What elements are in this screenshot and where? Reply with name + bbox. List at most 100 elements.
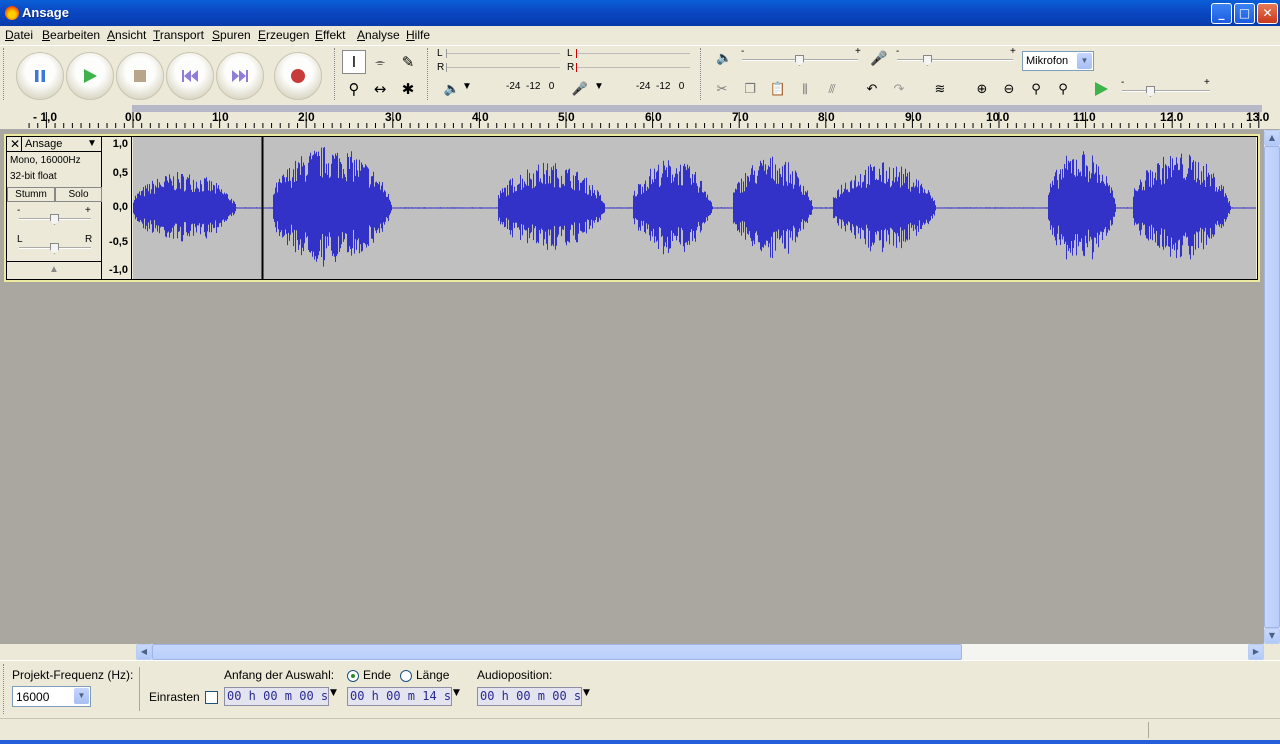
project-rate-select[interactable]: 16000 ▼ <box>12 686 91 707</box>
menu-ansicht[interactable]: Ansicht <box>107 28 146 42</box>
scroll-left-icon[interactable]: ◀ <box>136 644 152 660</box>
scroll-up-icon[interactable]: ▲ <box>1264 130 1280 146</box>
output-volume-thumb[interactable] <box>795 55 804 66</box>
snap-checkbox[interactable] <box>205 691 218 704</box>
audacity-app-icon[interactable] <box>5 6 19 20</box>
skip-to-end-button[interactable] <box>216 52 264 100</box>
chevron-down-icon[interactable]: ▼ <box>583 688 590 698</box>
menu-transport[interactable]: Transport <box>153 28 204 42</box>
scroll-right-icon[interactable]: ▶ <box>1248 644 1264 660</box>
taskbar-strip <box>0 740 1280 744</box>
toolbar-grip[interactable] <box>334 48 338 100</box>
rec-meter-left-bar[interactable] <box>576 49 690 58</box>
input-source-value: Mikrofon <box>1026 55 1069 67</box>
toolbar-grip[interactable] <box>427 48 431 100</box>
minimize-button[interactable]: _ <box>1211 3 1232 24</box>
chevron-down-icon: ▼ <box>1077 53 1092 69</box>
play-meter-dropdown-icon[interactable]: ▼ <box>462 81 472 92</box>
cut-button[interactable]: ✂ <box>710 77 734 101</box>
copy-button[interactable]: ❐ <box>738 77 762 101</box>
vertical-scrollbar[interactable]: ▲ ▼ <box>1264 130 1280 644</box>
track-menu-button[interactable]: ✕ Ansage ▼ <box>7 137 102 152</box>
undo-button[interactable]: ↶ <box>860 77 884 101</box>
play-meter-right-bar[interactable] <box>446 63 560 72</box>
paste-button[interactable]: 📋 <box>766 77 790 101</box>
input-volume-slider[interactable] <box>897 59 1013 61</box>
play-meter-speaker-button[interactable]: 🔈 <box>440 77 464 101</box>
selection-start-time[interactable]: 00 h 00 m 00 s <box>224 687 329 706</box>
collapse-track-icon[interactable]: ▲ <box>49 264 59 275</box>
menu-erzeugen[interactable]: Erzeugen <box>258 28 309 42</box>
play-speed-thumb[interactable] <box>1146 86 1155 97</box>
close-track-icon[interactable]: ✕ <box>10 137 20 151</box>
rec-meter-mic-button[interactable]: 🎤 <box>568 77 592 101</box>
skip-start-icon <box>182 70 198 82</box>
silence-button[interactable]: ⫻ <box>820 77 844 101</box>
clipboard-icon: 📋 <box>769 81 787 97</box>
toolbar-grip[interactable] <box>3 664 7 714</box>
timeline-ruler[interactable]: - 1,0 0.0 1.0 2.0 3.0 4.0 5.0 6.0 7.0 8.… <box>0 103 1280 130</box>
zoom-in-button[interactable]: ⊕ <box>970 77 994 101</box>
maximize-button[interactable]: □ <box>1234 3 1255 24</box>
menu-datei[interactable]: Datei <box>5 28 33 42</box>
vertical-scroll-thumb[interactable] <box>1264 146 1280 628</box>
envelope-tool-button[interactable]: ⌯ <box>368 50 392 74</box>
amplitude-ruler[interactable]: 1,0 0,5 0,0 -0,5 -1,0 <box>103 137 132 279</box>
selection-tool-button[interactable]: I <box>342 50 366 74</box>
selection-end-time[interactable]: 00 h 00 m 14 s <box>347 687 452 706</box>
end-radio[interactable] <box>347 670 359 682</box>
play-speed-slider[interactable] <box>1122 90 1210 92</box>
toolbar-grip[interactable] <box>3 48 7 100</box>
play-meter-left-bar[interactable] <box>446 49 560 58</box>
zoom-tool-button[interactable]: ⚲ <box>342 77 366 101</box>
horizontal-scroll-thumb[interactable] <box>152 644 962 660</box>
zoom-out-button[interactable]: ⊖ <box>997 77 1021 101</box>
project-rate-label: Projekt-Frequenz (Hz): <box>12 668 134 682</box>
play-at-speed-button[interactable] <box>1089 77 1113 101</box>
length-radio[interactable] <box>400 670 412 682</box>
draw-tool-button[interactable]: ✎ <box>396 50 420 74</box>
sync-lock-button[interactable]: ≋ <box>928 77 952 101</box>
fit-project-button[interactable]: ⚲ <box>1051 77 1075 101</box>
fit-selection-button[interactable]: ⚲ <box>1024 77 1048 101</box>
track-control-panel[interactable]: ✕ Ansage ▼ Mono, 16000Hz 32-bit float St… <box>7 137 102 279</box>
waveform-samples <box>133 147 1256 267</box>
rec-meter-right-bar[interactable] <box>576 63 690 72</box>
solo-button[interactable]: Solo <box>55 187 102 202</box>
record-button[interactable] <box>274 52 322 100</box>
chevron-down-icon[interactable]: ▼ <box>453 688 460 698</box>
audio-position-time[interactable]: 00 h 00 m 00 s <box>477 687 582 706</box>
chevron-down-icon[interactable]: ▼ <box>330 688 337 698</box>
redo-button[interactable]: ↷ <box>887 77 911 101</box>
waveform[interactable] <box>133 137 1256 279</box>
chevron-down-icon: ▼ <box>87 138 97 149</box>
input-source-select[interactable]: Mikrofon ▼ <box>1022 51 1094 71</box>
gain-thumb[interactable] <box>50 214 59 225</box>
rec-meter-dropdown-icon[interactable]: ▼ <box>594 81 604 92</box>
scroll-down-icon[interactable]: ▼ <box>1264 628 1280 644</box>
track-bit-depth: 32-bit float <box>10 171 57 182</box>
menu-effekt[interactable]: Effekt <box>315 28 345 42</box>
stop-button[interactable] <box>116 52 164 100</box>
pan-thumb[interactable] <box>50 243 59 254</box>
undo-icon: ↶ <box>866 81 878 97</box>
pause-button[interactable] <box>16 52 64 100</box>
input-volume-thumb[interactable] <box>923 55 932 66</box>
timeshift-tool-button[interactable]: ↔ <box>368 77 392 101</box>
menu-analyse[interactable]: Analyse <box>357 28 400 42</box>
mute-button[interactable]: Stumm <box>7 187 55 202</box>
audio-track[interactable]: ✕ Ansage ▼ Mono, 16000Hz 32-bit float St… <box>4 134 1260 282</box>
multi-tool-button[interactable]: ✱ <box>396 77 420 101</box>
track-area[interactable]: ✕ Ansage ▼ Mono, 16000Hz 32-bit float St… <box>0 130 1264 644</box>
menu-bearbeiten[interactable]: Bearbeiten <box>42 28 100 42</box>
menu-spuren[interactable]: Spuren <box>212 28 251 42</box>
ruler-label: 8.0 <box>818 110 835 124</box>
skip-to-start-button[interactable] <box>166 52 214 100</box>
menu-hilfe[interactable]: Hilfe <box>406 28 430 42</box>
envelope-icon: ⌯ <box>375 54 385 69</box>
trim-button[interactable]: ⫼ <box>793 77 817 101</box>
toolbar-grip[interactable] <box>700 48 704 100</box>
close-button[interactable]: ✕ <box>1257 3 1278 24</box>
play-button[interactable] <box>66 52 114 100</box>
horizontal-scrollbar[interactable]: ◀ ▶ <box>136 644 1264 660</box>
